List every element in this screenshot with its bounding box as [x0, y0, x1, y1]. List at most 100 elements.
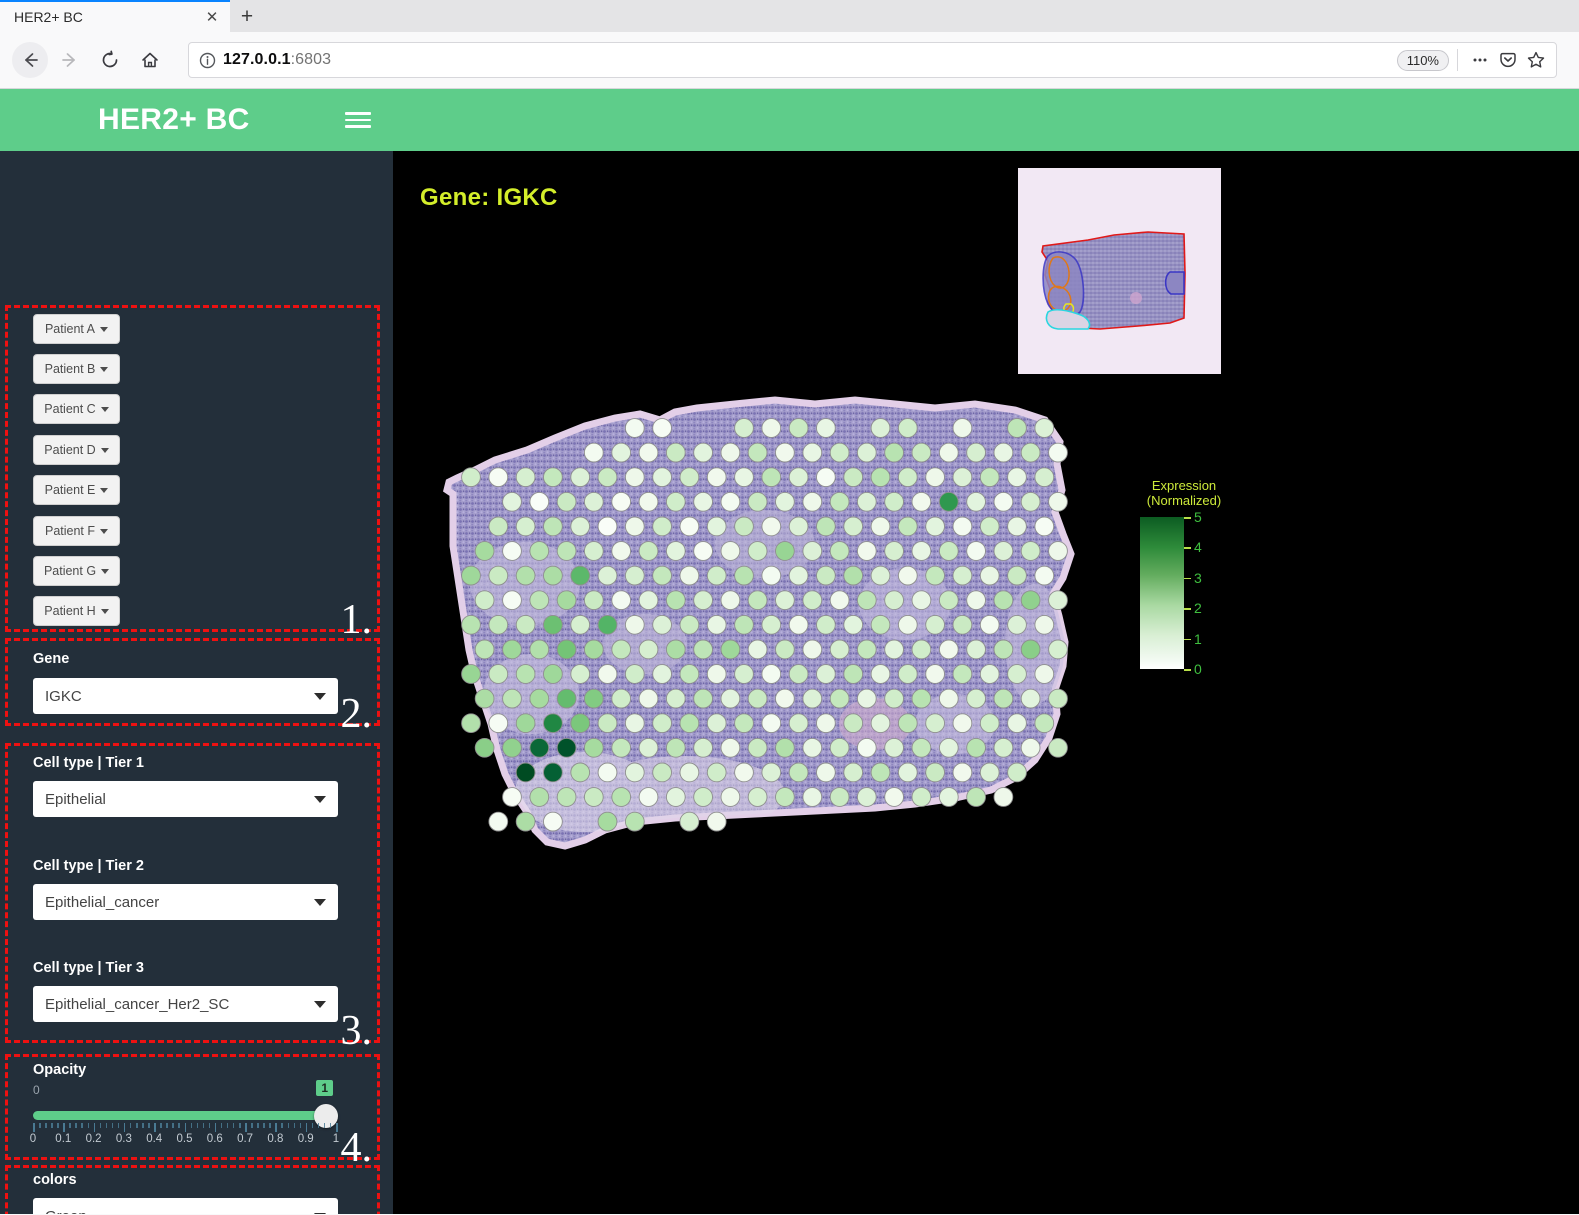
expression-spot[interactable] — [775, 491, 795, 512]
expression-spot[interactable] — [652, 762, 672, 783]
expression-spot[interactable] — [720, 688, 741, 709]
expression-spot[interactable] — [1034, 418, 1055, 438]
expression-spot[interactable] — [624, 467, 645, 488]
expression-spot[interactable] — [665, 737, 686, 758]
expression-spot[interactable] — [870, 418, 891, 438]
expression-spot[interactable] — [993, 541, 1014, 561]
expression-spot[interactable] — [938, 541, 959, 561]
patient-e-button[interactable]: Patient E — [33, 475, 120, 505]
expression-spot[interactable] — [966, 688, 986, 709]
expression-spot[interactable] — [1048, 541, 1068, 561]
expression-spot[interactable] — [611, 737, 632, 758]
expression-spot[interactable] — [1020, 541, 1041, 561]
expression-spot[interactable] — [693, 787, 713, 807]
expression-spot[interactable] — [502, 688, 522, 709]
expression-spot[interactable] — [1007, 467, 1027, 488]
expression-spot[interactable] — [624, 762, 645, 783]
expression-spot[interactable] — [747, 737, 768, 758]
expression-spot[interactable] — [952, 762, 973, 783]
expression-spot[interactable] — [829, 491, 850, 512]
expression-spot[interactable] — [979, 713, 1000, 734]
close-icon[interactable]: ✕ — [202, 7, 222, 27]
expression-spot[interactable] — [1007, 516, 1027, 537]
back-arrow-icon[interactable] — [12, 42, 48, 78]
expression-spot[interactable] — [829, 737, 850, 758]
tier1-select[interactable]: Epithelial — [33, 781, 338, 817]
expression-spot[interactable] — [597, 467, 618, 488]
expression-spot[interactable] — [611, 590, 632, 611]
expression-spot[interactable] — [993, 590, 1014, 611]
expression-spot[interactable] — [979, 762, 1000, 783]
expression-spot[interactable] — [788, 418, 809, 438]
expression-spot[interactable] — [529, 541, 550, 561]
expression-spot[interactable] — [816, 614, 836, 635]
expression-spot[interactable] — [570, 713, 591, 734]
expression-spot[interactable] — [911, 541, 932, 561]
expression-spot[interactable] — [665, 442, 686, 463]
expression-spot[interactable] — [829, 688, 850, 709]
patient-c-button[interactable]: Patient C — [33, 394, 120, 424]
expression-spot[interactable] — [884, 639, 904, 660]
expression-spot[interactable] — [870, 762, 891, 783]
expression-spot[interactable] — [502, 491, 522, 512]
expression-spot[interactable] — [1020, 688, 1041, 709]
expression-spot[interactable] — [624, 516, 645, 537]
expression-spot[interactable] — [529, 787, 550, 807]
expression-spot[interactable] — [734, 467, 754, 488]
patient-f-button[interactable]: Patient F — [33, 516, 120, 546]
expression-spot[interactable] — [761, 713, 782, 734]
expression-spot[interactable] — [911, 787, 932, 807]
expression-spot[interactable] — [802, 737, 823, 758]
expression-spot[interactable] — [925, 664, 945, 684]
expression-spot[interactable] — [829, 639, 850, 660]
expression-spot[interactable] — [897, 467, 918, 488]
expression-spot[interactable] — [665, 787, 686, 807]
expression-spot[interactable] — [638, 590, 659, 611]
expression-spot[interactable] — [911, 590, 932, 611]
expression-spot[interactable] — [665, 688, 686, 709]
expression-spot[interactable] — [966, 491, 986, 512]
expression-spot[interactable] — [747, 688, 768, 709]
expression-spot[interactable] — [611, 491, 632, 512]
expression-spot[interactable] — [938, 639, 959, 660]
expression-spot[interactable] — [788, 664, 809, 684]
expression-spot[interactable] — [911, 442, 932, 463]
expression-spot[interactable] — [884, 590, 904, 611]
expression-spot[interactable] — [515, 614, 536, 635]
expression-spot[interactable] — [911, 639, 932, 660]
expression-spot[interactable] — [720, 737, 741, 758]
expression-spot[interactable] — [1020, 442, 1041, 463]
expression-spot[interactable] — [938, 590, 959, 611]
expression-spot[interactable] — [570, 516, 591, 537]
expression-spot[interactable] — [788, 467, 809, 488]
expression-spot[interactable] — [515, 762, 536, 783]
expression-spot[interactable] — [461, 713, 481, 734]
expression-spot[interactable] — [720, 491, 741, 512]
expression-spot[interactable] — [556, 688, 577, 709]
expression-spot[interactable] — [747, 787, 768, 807]
expression-spot[interactable] — [543, 614, 563, 635]
expression-spot[interactable] — [638, 491, 659, 512]
expression-spot[interactable] — [474, 639, 495, 660]
expression-spot[interactable] — [734, 713, 754, 734]
expression-spot[interactable] — [856, 688, 877, 709]
expression-spot[interactable] — [529, 590, 550, 611]
tissue-overview-thumbnail[interactable] — [1018, 168, 1221, 374]
browser-tab[interactable]: HER2+ BC ✕ — [0, 0, 230, 32]
expression-spot[interactable] — [638, 787, 659, 807]
expression-spot[interactable] — [1007, 713, 1027, 734]
expression-spot[interactable] — [747, 541, 768, 561]
expression-spot[interactable] — [570, 614, 591, 635]
expression-spot[interactable] — [1034, 516, 1055, 537]
expression-spot[interactable] — [488, 516, 509, 537]
expression-spot[interactable] — [938, 491, 959, 512]
expression-spot[interactable] — [706, 565, 727, 586]
expression-spot[interactable] — [843, 762, 864, 783]
expression-spot[interactable] — [856, 639, 877, 660]
expression-spot[interactable] — [474, 541, 495, 561]
expression-spot[interactable] — [884, 688, 904, 709]
expression-spot[interactable] — [1034, 614, 1055, 635]
expression-spot[interactable] — [529, 737, 550, 758]
expression-spot[interactable] — [543, 565, 563, 586]
expression-spot[interactable] — [979, 614, 1000, 635]
